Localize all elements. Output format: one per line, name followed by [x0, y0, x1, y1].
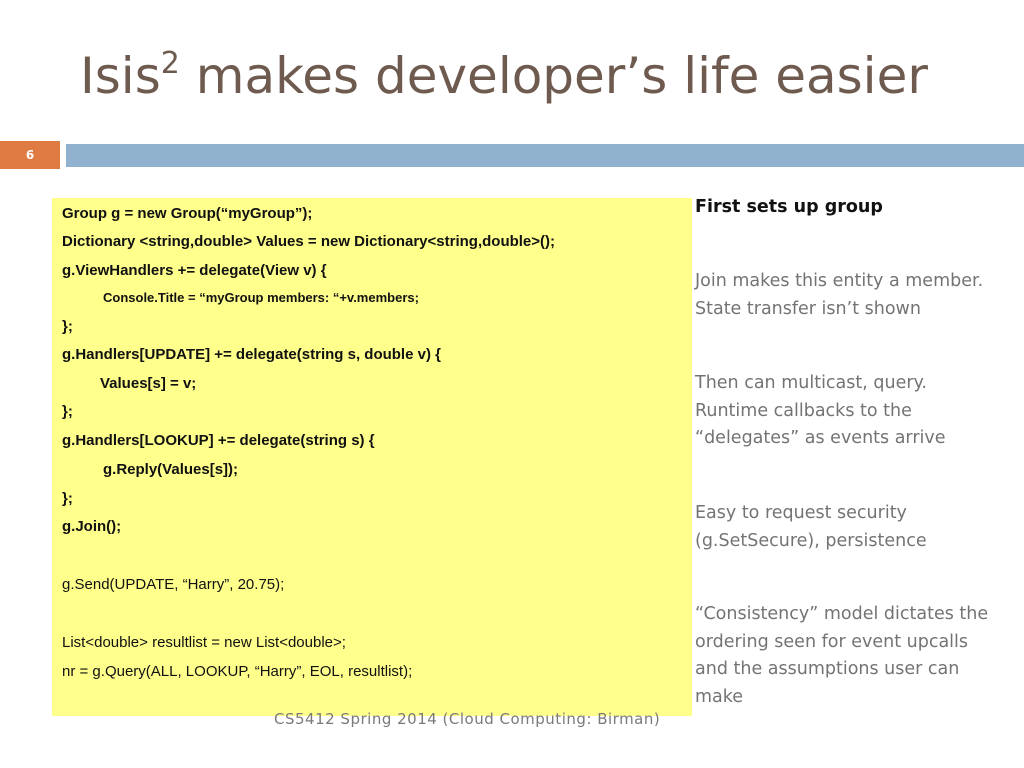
title-rest: makes developer’s life easier [179, 47, 928, 105]
note-join: Join makes this entity a member. State t… [695, 268, 983, 323]
code-line: Values[s] = v; [100, 375, 197, 392]
note-line: Join makes this entity a member. [695, 271, 984, 291]
code-line: g.Reply(Values[s]); [103, 461, 239, 478]
note-line: (g.SetSecure), persistence [695, 530, 927, 551]
note-line: Easy to request security [695, 503, 907, 523]
code-line: g.Handlers[UPDATE] += delegate(string s,… [62, 346, 441, 363]
slide-footer: CS5412 Spring 2014 (Cloud Computing: Bir… [274, 710, 661, 728]
code-line: }; [62, 318, 73, 335]
note-consistency: “Consistency” model dictates the orderin… [695, 601, 988, 711]
code-line: g.Handlers[LOOKUP] += delegate(string s)… [62, 432, 375, 449]
note-line: ordering seen for event upcalls [695, 631, 969, 652]
code-line: Dictionary <string,double> Values = new … [62, 233, 556, 250]
note-multicast: Then can multicast, query. Runtime callb… [695, 370, 946, 453]
code-line: }; [62, 490, 73, 507]
note-line: State transfer isn’t shown [695, 298, 921, 319]
code-line: Console.Title = “myGroup members: “+v.me… [103, 290, 419, 305]
note-line: make [695, 686, 744, 707]
code-line: nr = g.Query(ALL, LOOKUP, “Harry”, EOL, … [62, 663, 413, 680]
code-box: Group g = new Group(“myGroup”); Dictiona… [52, 198, 692, 716]
code-line: g.Join(); [62, 518, 122, 535]
note-security: Easy to request security (g.SetSecure), … [695, 500, 927, 555]
code-line: Group g = new Group(“myGroup”); [62, 205, 313, 222]
accent-bar [66, 144, 1024, 167]
slide-title: Isis2 makes developer’s life easier [80, 46, 928, 105]
note-line: “delegates” as events arrive [695, 428, 946, 448]
note-line: “Consistency” model dictates the [695, 604, 989, 624]
slide-number: 6 [0, 141, 60, 169]
title-prefix: Isis [80, 47, 161, 105]
code-line: g.Send(UPDATE, “Harry”, 20.75); [62, 576, 285, 593]
code-line: }; [62, 403, 73, 420]
note-line: Then can multicast, query. [695, 373, 927, 393]
code-line: g.ViewHandlers += delegate(View v) { [62, 262, 327, 279]
note-setup: First sets up group [695, 194, 883, 222]
note-line: and the assumptions user can [695, 659, 960, 679]
code-line: List<double> resultlist = new List<doubl… [62, 634, 346, 651]
note-line: First sets up group [695, 197, 883, 217]
title-superscript: 2 [160, 46, 180, 81]
note-line: Runtime callbacks to the [695, 400, 912, 421]
